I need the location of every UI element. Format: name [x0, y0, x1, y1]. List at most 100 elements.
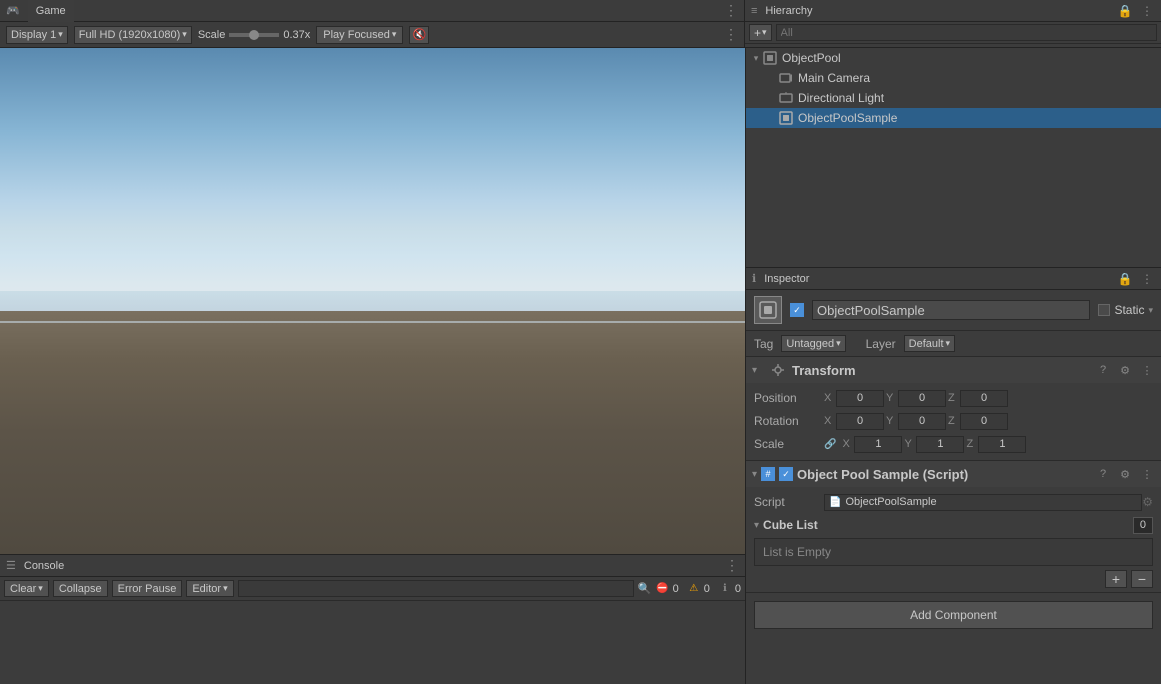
- list-empty-box: List is Empty: [754, 538, 1153, 566]
- list-actions: + −: [754, 570, 1153, 588]
- error-pause-button[interactable]: Error Pause: [112, 580, 183, 597]
- hierarchy-item-objectpoolsample[interactable]: ObjectPoolSample: [746, 108, 1161, 128]
- rotation-z-input[interactable]: [960, 413, 1008, 430]
- hier-label-maincamera: Main Camera: [798, 71, 870, 85]
- scale-label: Scale: [198, 29, 226, 41]
- transform-settings-btn[interactable]: ⚙: [1117, 362, 1133, 378]
- rotation-y-input[interactable]: [898, 413, 946, 430]
- scale-x-field: X: [842, 436, 902, 453]
- script-menu-btn[interactable]: ⋮: [1139, 466, 1155, 482]
- console-tab-icon: ☰: [6, 559, 16, 572]
- hierarchy-search-input[interactable]: [776, 24, 1157, 41]
- transform-help-btn[interactable]: ?: [1095, 362, 1111, 378]
- script-help-btn[interactable]: ?: [1095, 466, 1111, 482]
- game-tab-dots[interactable]: ⋮: [724, 2, 738, 19]
- cube-list-toggle[interactable]: ▾: [754, 520, 759, 531]
- script-component-header[interactable]: ▾ # ✓ Object Pool Sample (Script) ? ⚙ ⋮: [746, 461, 1161, 487]
- script-color-icon: #: [761, 467, 775, 481]
- transform-header[interactable]: ▾ Transform ? ⚙ ⋮: [746, 357, 1161, 383]
- hierarchy-panel: ▾ ObjectPool Main Camera: [746, 48, 1161, 268]
- hierarchy-item-maincamera[interactable]: Main Camera: [746, 68, 1161, 88]
- inspector-dots-icon[interactable]: ⋮: [1139, 271, 1155, 287]
- right-panel: ▾ ObjectPool Main Camera: [745, 48, 1161, 684]
- position-fields: X Y Z: [824, 390, 1153, 407]
- script-settings-btn[interactable]: ⚙: [1117, 466, 1133, 482]
- static-checkbox[interactable]: [1098, 304, 1110, 316]
- mute-button[interactable]: 🔇: [409, 26, 429, 44]
- hierarchy-tab-bar: ≡ Hierarchy 🔒 ⋮: [745, 0, 1161, 22]
- editor-dropdown[interactable]: Editor: [186, 580, 233, 597]
- rotation-x-input[interactable]: [836, 413, 884, 430]
- collapse-button[interactable]: Collapse: [53, 580, 108, 597]
- script-gear-icon[interactable]: ⚙: [1142, 495, 1153, 509]
- position-z-field: Z: [948, 390, 1008, 407]
- display-dropdown[interactable]: Display 1: [6, 26, 68, 44]
- clear-button[interactable]: Clear: [4, 580, 49, 597]
- transform-icon: [770, 362, 786, 378]
- position-y-input[interactable]: [898, 390, 946, 407]
- horizon-line: [0, 321, 745, 323]
- hierarchy-icon-objectpool: [762, 50, 778, 66]
- inspector-tab-label[interactable]: Inspector: [758, 273, 815, 285]
- hierarchy-item-objectpool[interactable]: ▾ ObjectPool: [746, 48, 1161, 68]
- warn-icon: ⚠: [687, 582, 701, 596]
- console-content: [0, 601, 745, 684]
- inspector-tab-bar: ℹ Inspector 🔒 ⋮: [746, 268, 1161, 290]
- transform-menu-btn[interactable]: ⋮: [1139, 362, 1155, 378]
- hierarchy-tab-label[interactable]: Hierarchy: [759, 5, 818, 17]
- script-row: Script 📄 ObjectPoolSample ⚙: [754, 491, 1153, 513]
- rotation-y-field: Y: [886, 413, 946, 430]
- error-badge: ⛔ 0: [656, 582, 679, 596]
- hierarchy-item-dirlight[interactable]: Directional Light: [746, 88, 1161, 108]
- list-remove-button[interactable]: −: [1131, 570, 1153, 588]
- main-area: ☰ Console ⋮ Clear Collapse Error Pause E…: [0, 48, 1161, 684]
- scale-z-input[interactable]: [978, 436, 1026, 453]
- static-dropdown-arrow[interactable]: ▾: [1148, 305, 1153, 316]
- position-x-field: X: [824, 390, 884, 407]
- scale-x-input[interactable]: [854, 436, 902, 453]
- inspector-lock-icon[interactable]: 🔒: [1117, 271, 1133, 287]
- inspector-panel: ℹ Inspector 🔒 ⋮ ✓ Static: [746, 268, 1161, 684]
- hierarchy-add-button[interactable]: + ▾: [749, 24, 772, 41]
- scale-label-transform: Scale: [754, 437, 824, 451]
- position-y-label: Y: [886, 392, 896, 404]
- console-tab-dots[interactable]: ⋮: [725, 557, 739, 574]
- list-add-button[interactable]: +: [1105, 570, 1127, 588]
- scale-slider[interactable]: [229, 33, 279, 37]
- script-enabled-checkbox[interactable]: ✓: [779, 467, 793, 481]
- object-enabled-checkbox[interactable]: ✓: [790, 303, 804, 317]
- object-name-input[interactable]: [812, 300, 1090, 320]
- hier-label-objectpool: ObjectPool: [782, 51, 841, 65]
- console-tab-label[interactable]: Console: [18, 560, 70, 572]
- rotation-z-label: Z: [948, 415, 958, 427]
- game-tab-bar: 🎮 Game ⋮: [0, 0, 744, 22]
- script-file-icon: 📄: [829, 497, 841, 508]
- error-icon: ⛔: [656, 582, 670, 596]
- resolution-dropdown[interactable]: Full HD (1920x1080): [74, 26, 192, 44]
- hier-arrow-light: [766, 92, 778, 104]
- game-panel: 🎮 Game ⋮ Display 1 Full HD (1920x1080) S…: [0, 0, 745, 47]
- hierarchy-dots-icon[interactable]: ⋮: [1139, 3, 1155, 19]
- position-x-input[interactable]: [836, 390, 884, 407]
- game-controls-dots[interactable]: ⋮: [724, 26, 738, 43]
- add-component-button[interactable]: Add Component: [754, 601, 1153, 629]
- play-focused-button[interactable]: Play Focused: [316, 26, 403, 44]
- ground: [0, 311, 745, 554]
- position-z-input[interactable]: [960, 390, 1008, 407]
- tag-dropdown[interactable]: Untagged: [781, 335, 845, 352]
- game-tab-label[interactable]: Game: [28, 0, 74, 22]
- transform-body: Position X Y: [746, 383, 1161, 460]
- scale-y-label: Y: [904, 438, 914, 450]
- rotation-x-label: X: [824, 415, 834, 427]
- rotation-z-field: Z: [948, 413, 1008, 430]
- scale-z-field: Z: [966, 436, 1026, 453]
- hierarchy-content: ▾ ObjectPool Main Camera: [746, 48, 1161, 267]
- console-search-input[interactable]: [238, 580, 634, 597]
- console-tab-bar: ☰ Console ⋮: [0, 555, 745, 577]
- info-icon: ℹ: [718, 582, 732, 596]
- info-badge: ℹ 0: [718, 582, 741, 596]
- hierarchy-panel-actions: 🔒 ⋮: [1117, 3, 1155, 19]
- scale-y-input[interactable]: [916, 436, 964, 453]
- layer-dropdown[interactable]: Default: [904, 335, 955, 352]
- hierarchy-lock-icon[interactable]: 🔒: [1117, 3, 1133, 19]
